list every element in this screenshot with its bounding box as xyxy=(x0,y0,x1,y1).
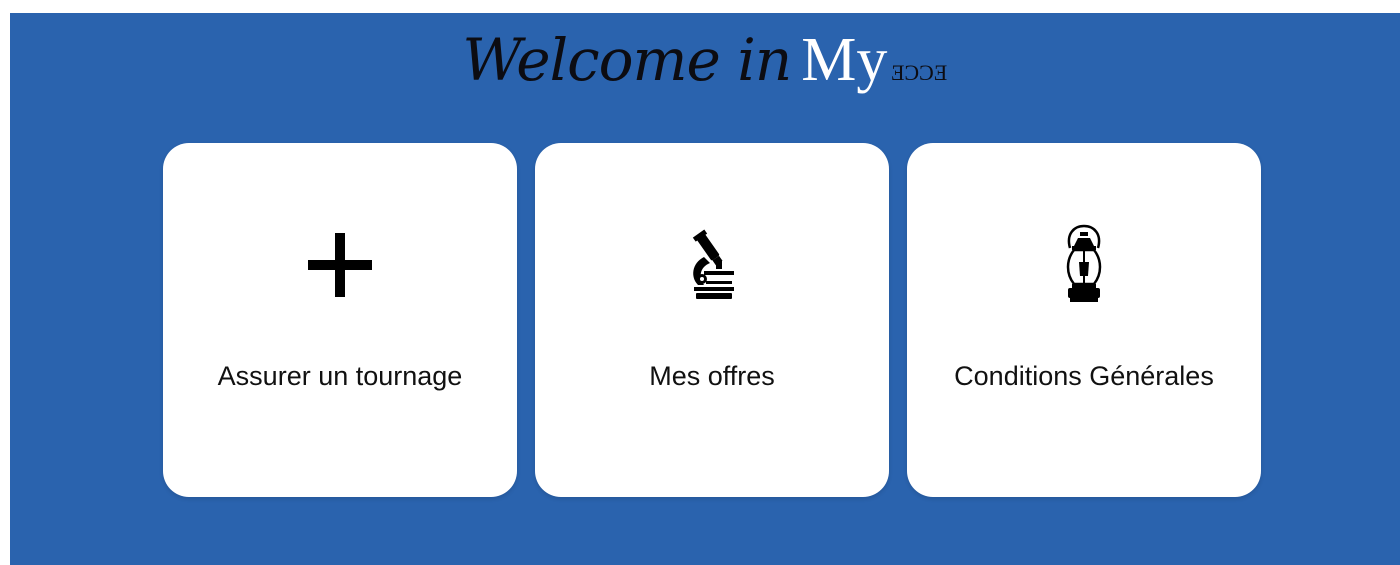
microscope-icon xyxy=(692,229,734,299)
plus-icon xyxy=(308,233,372,297)
card-label-offres: Mes offres xyxy=(649,361,775,391)
card-conditions-generales[interactable]: Conditions Générales xyxy=(907,143,1261,497)
main-panel: Welcome in My ECCE Assurer un tournage M… xyxy=(10,13,1400,565)
card-label-conditions: Conditions Générales xyxy=(954,361,1214,391)
card-mes-offres[interactable]: Mes offres xyxy=(535,143,889,497)
card-assurer-un-tournage[interactable]: Assurer un tournage xyxy=(163,143,517,497)
title-welcome-text: Welcome in xyxy=(462,26,792,94)
brand-logo-text: ECCE xyxy=(891,60,948,85)
lantern-icon xyxy=(1066,224,1102,302)
card-label-assurer: Assurer un tournage xyxy=(217,361,463,391)
title-my-text: My xyxy=(801,26,888,94)
page-title: Welcome in My ECCE xyxy=(10,29,1400,91)
